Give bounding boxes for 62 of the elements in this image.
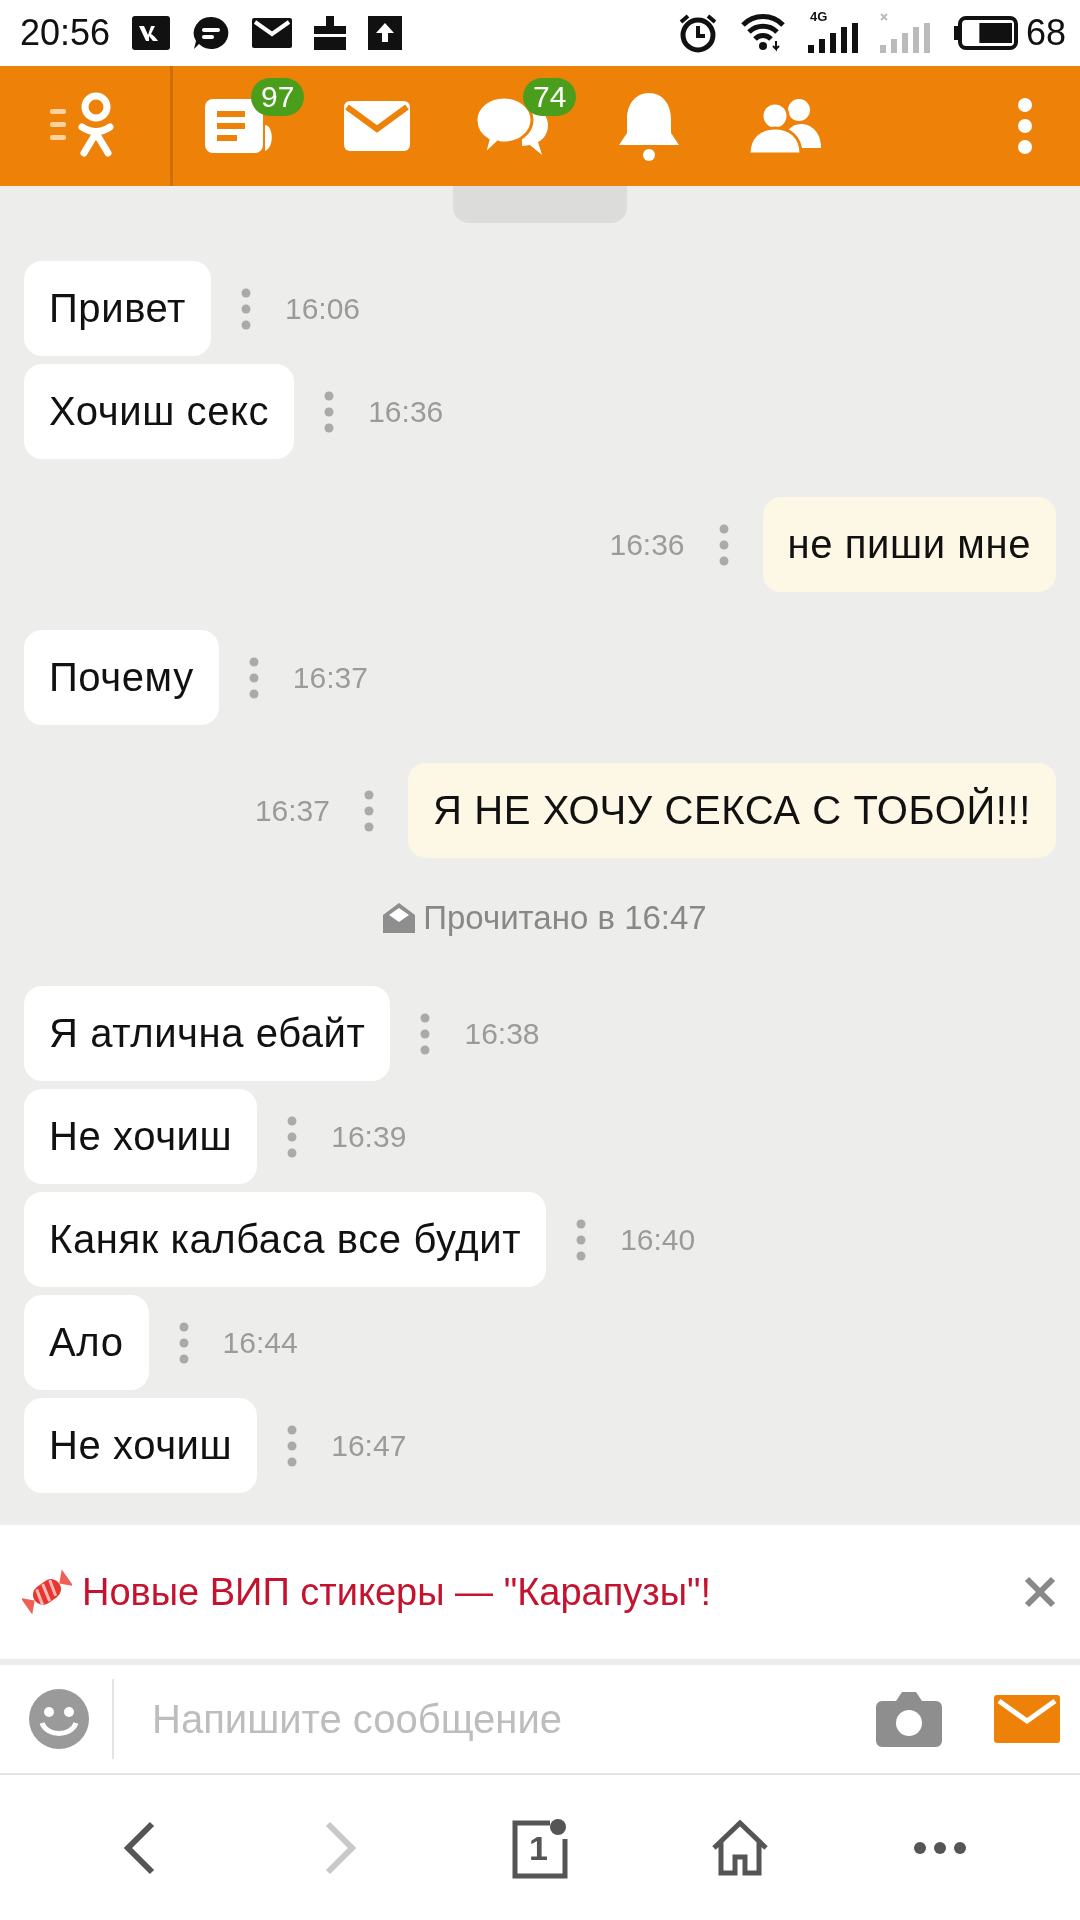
battery-icon: [951, 16, 1018, 50]
message-bubble: Ало: [24, 1295, 149, 1390]
signal-icon: [879, 13, 930, 53]
message-menu-icon[interactable]: [241, 287, 251, 330]
message-menu-icon[interactable]: [576, 1218, 587, 1261]
message-menu-icon[interactable]: [363, 789, 374, 832]
vk-app-icon: [132, 16, 171, 50]
message-time: 16:38: [464, 1016, 540, 1051]
camera-icon[interactable]: [876, 1691, 942, 1747]
message-bubble: Привет: [24, 261, 211, 356]
message-time: 16:40: [620, 1222, 696, 1257]
message-bubble: Я атлична ебайт: [24, 986, 391, 1081]
message-bubble: Почему: [24, 630, 219, 725]
message-time: 16:06: [285, 291, 361, 326]
emoji-icon[interactable]: [28, 1688, 90, 1750]
home-icon: [711, 1819, 769, 1876]
count-badge: 74: [523, 78, 577, 116]
network-type: 4G: [809, 9, 828, 24]
message-bubble: Каняк калбаса все будит: [24, 1192, 547, 1287]
message-time: 16:39: [331, 1119, 407, 1154]
read-envelope-icon: [383, 903, 416, 933]
count-badge: 97: [251, 78, 305, 116]
message-time: 16:44: [222, 1325, 298, 1360]
more-dots-icon: [913, 1840, 967, 1855]
message-bubble: Не хочиш: [24, 1398, 258, 1493]
message-time: 16:36: [609, 527, 685, 562]
bag-icon: [314, 16, 347, 50]
message-time: 16:47: [331, 1428, 407, 1463]
mail-icon: [252, 18, 293, 48]
message-bubble: Я НЕ ХОЧУ СЕКСА С ТОБОЙ!!!: [407, 763, 1056, 858]
message-time: 16:37: [292, 660, 368, 695]
more-menu-icon[interactable]: [1017, 97, 1033, 155]
tabs-button[interactable]: 1: [495, 1802, 585, 1893]
wifi-icon: [739, 13, 786, 53]
message-time: 16:36: [368, 394, 444, 429]
message-menu-icon[interactable]: [718, 523, 729, 566]
chat-app-icon: [192, 15, 231, 51]
alarm-icon: [677, 13, 718, 53]
friends-icon[interactable]: [747, 98, 823, 154]
battery-level: 68: [1025, 12, 1066, 54]
mail-icon[interactable]: [344, 101, 410, 151]
upload-icon: [368, 16, 403, 50]
promo-text[interactable]: Новые ВИП стикеры — "Карапузы"!: [82, 1570, 1014, 1614]
bell-icon[interactable]: [617, 91, 681, 161]
clock-time: 20:56: [20, 12, 111, 54]
message-time: 16:37: [254, 793, 330, 828]
tabs-icon: [512, 1816, 568, 1879]
message-menu-icon[interactable]: [287, 1424, 298, 1467]
message-menu-icon[interactable]: [178, 1321, 189, 1364]
message-bubble: не пиши мне: [762, 497, 1056, 592]
message-menu-icon[interactable]: [324, 390, 335, 433]
message-menu-icon[interactable]: [287, 1115, 298, 1158]
candy-icon: [22, 1569, 72, 1615]
message-menu-icon[interactable]: [248, 656, 259, 699]
message-bubble: Не хочиш: [24, 1089, 258, 1184]
close-icon[interactable]: [1024, 1576, 1056, 1608]
message-input[interactable]: Напишите сообщение: [150, 1695, 876, 1743]
read-receipt: Прочитано в 16:47: [423, 898, 707, 938]
signal-icon: [807, 23, 858, 53]
message-bubble: Хочиш секс: [24, 364, 295, 459]
send-icon[interactable]: [994, 1695, 1060, 1743]
message-menu-icon[interactable]: [420, 1012, 431, 1055]
